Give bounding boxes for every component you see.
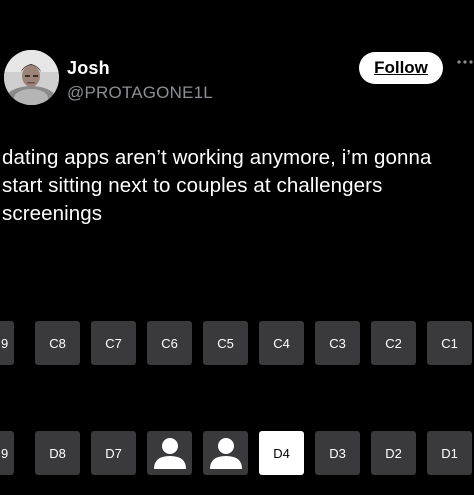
seat-d7[interactable]: D7 xyxy=(91,431,136,475)
seat-d3[interactable]: D3 xyxy=(315,431,360,475)
seat-d9[interactable]: 9 xyxy=(0,431,14,475)
seat-d8[interactable]: D8 xyxy=(35,431,80,475)
tweet-screenshot: Josh @PROTAGONE1L Follow dating apps are… xyxy=(0,0,474,495)
seat-d4-selected[interactable]: D4 xyxy=(259,431,304,475)
user-handle[interactable]: @PROTAGONE1L xyxy=(67,83,213,103)
user-name[interactable]: Josh xyxy=(67,58,110,79)
seat-row-c: 9 C8 C7 C6 C5 C4 C3 C2 C1 xyxy=(0,321,474,365)
seat-c1[interactable]: C1 xyxy=(427,321,472,365)
person-icon xyxy=(153,438,186,469)
seat-c7[interactable]: C7 xyxy=(91,321,136,365)
seat-c3[interactable]: C3 xyxy=(315,321,360,365)
seat-d1[interactable]: D1 xyxy=(427,431,472,475)
ellipsis-icon[interactable] xyxy=(456,58,474,66)
seat-d5-taken[interactable] xyxy=(203,431,248,475)
seat-c2[interactable]: C2 xyxy=(371,321,416,365)
seat-c9[interactable]: 9 xyxy=(0,321,14,365)
seat-row-d: 9 D8 D7 D4 D3 D2 D1 xyxy=(0,431,474,475)
seat-c4[interactable]: C4 xyxy=(259,321,304,365)
seat-c8[interactable]: C8 xyxy=(35,321,80,365)
seat-d6-taken[interactable] xyxy=(147,431,192,475)
avatar[interactable] xyxy=(4,50,59,105)
person-icon xyxy=(209,438,242,469)
seat-c5[interactable]: C5 xyxy=(203,321,248,365)
tweet-text: dating apps aren’t working anymore, i’m … xyxy=(2,146,432,225)
seat-c6[interactable]: C6 xyxy=(147,321,192,365)
follow-button[interactable]: Follow xyxy=(359,52,443,84)
seat-d2[interactable]: D2 xyxy=(371,431,416,475)
profile-photo-icon xyxy=(4,50,59,105)
